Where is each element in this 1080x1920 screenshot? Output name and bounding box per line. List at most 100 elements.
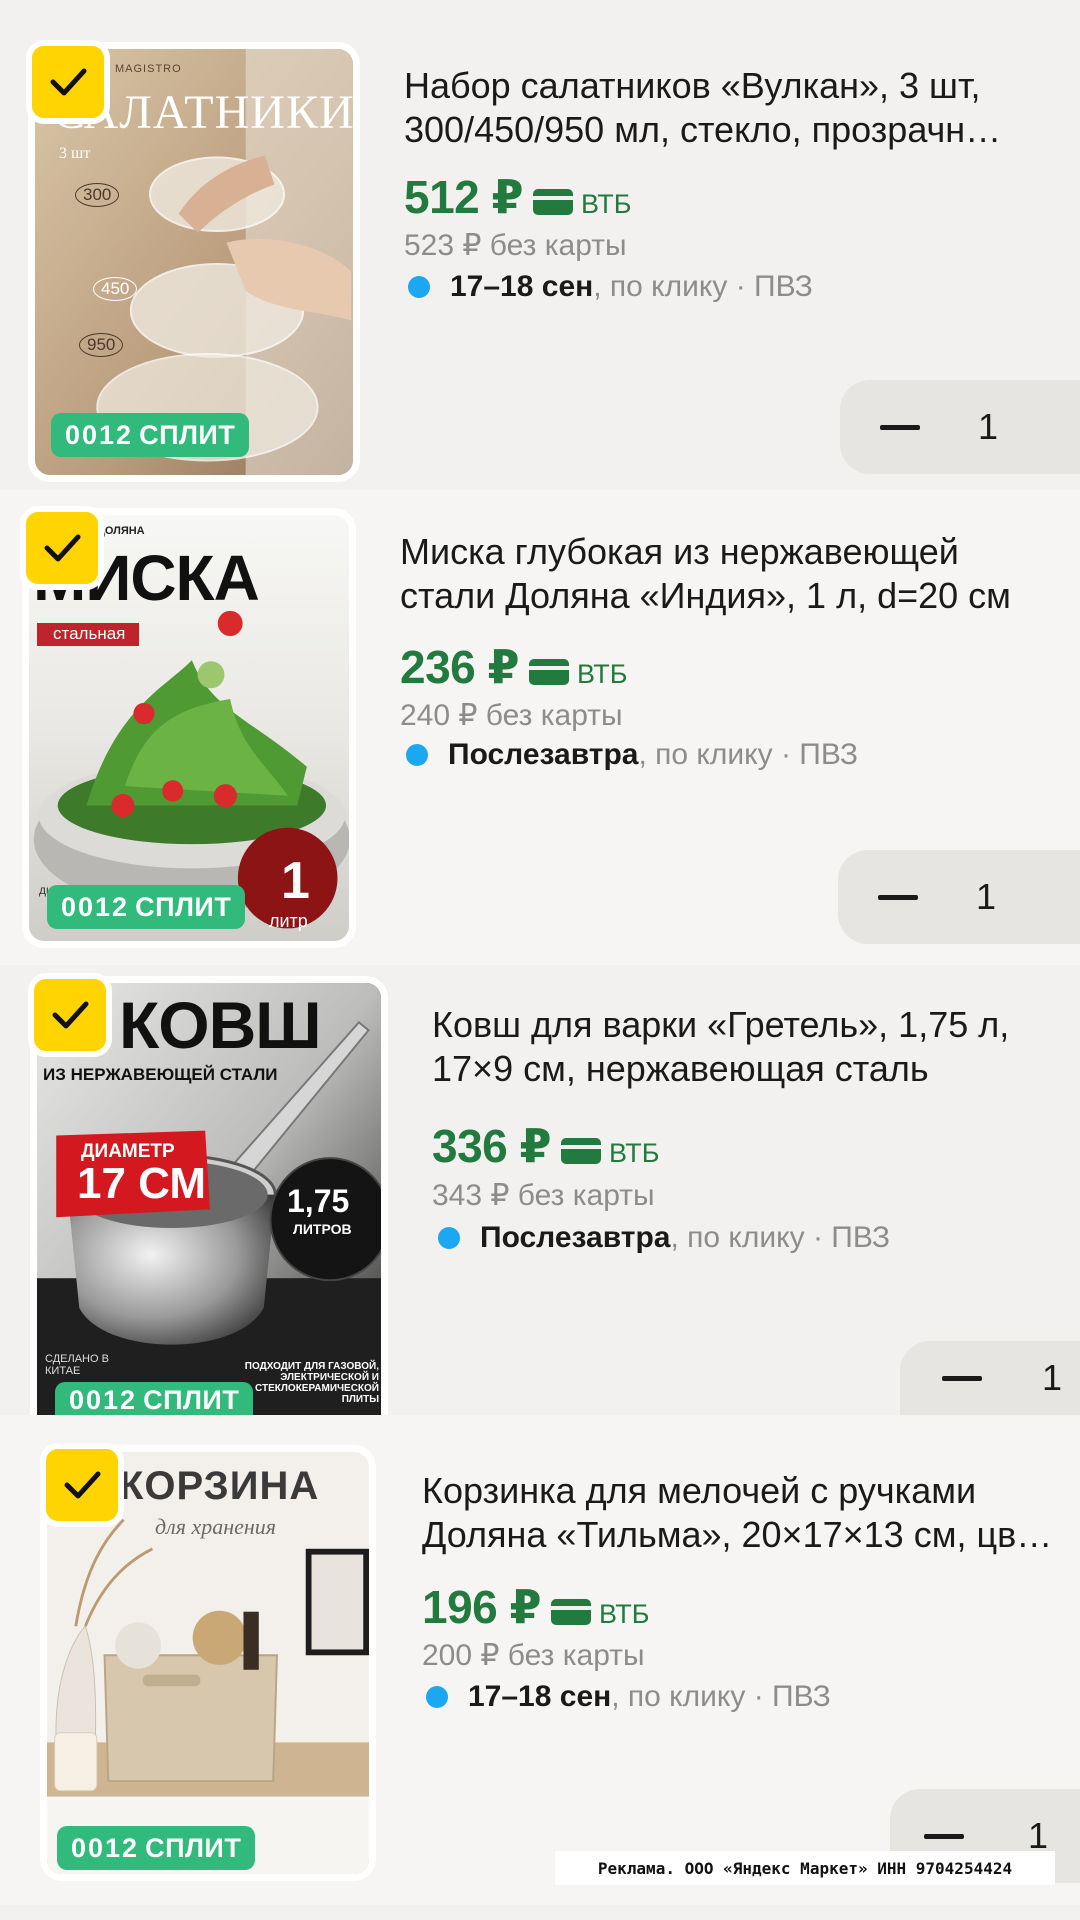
delivery-info: 17–18 сен , по клику · ПВЗ — [408, 270, 813, 304]
product-title[interactable]: Набор салатников «Вулкан», 3 шт, 300/450… — [404, 64, 1064, 152]
bank-card-icon — [561, 1138, 602, 1164]
minus-icon[interactable] — [878, 894, 918, 900]
delivery-method: , по клику · ПВЗ — [638, 738, 858, 771]
price-row: 236 ₽ ВТБ — [400, 640, 627, 694]
price-without-card: 343 ₽ без карты — [432, 1179, 655, 1212]
minus-icon[interactable] — [942, 1375, 982, 1381]
bank-card-icon — [551, 1599, 592, 1625]
title-line: Ковш для варки «Гретель», 1,75 л, — [432, 1004, 1010, 1045]
image-sub: стальная — [37, 623, 140, 646]
product-title[interactable]: Корзинка для мелочей с ручками Доляна «Т… — [422, 1469, 1072, 1557]
delivery-method: , по клику · ПВЗ — [593, 270, 813, 303]
delivery-info: Послезавтра , по клику · ПВЗ — [406, 738, 858, 772]
price-without-card: 240 ₽ без карты — [400, 699, 623, 732]
split-number: 0012 — [69, 1385, 138, 1415]
price-row: 336 ₽ ВТБ — [432, 1119, 659, 1173]
delivery-method: , по клику · ПВЗ — [611, 1680, 831, 1713]
title-line: Набор салатников «Вулкан», 3 шт, — [404, 65, 981, 106]
price: 336 ₽ — [432, 1120, 552, 1172]
title-line: стали Доляна «Индия», 1 л, d=20 см — [400, 575, 1011, 616]
split-label: СПЛИТ — [143, 1385, 240, 1415]
delivery-dot-icon — [406, 744, 428, 766]
volume-value: 1,75 — [287, 1183, 350, 1219]
split-badge: 0012 СПЛИТ — [47, 885, 246, 929]
image-headline: КОРЗИНА — [119, 1464, 320, 1508]
delivery-date: Послезавтра — [480, 1221, 671, 1254]
delivery-date: Послезавтра — [448, 738, 639, 771]
volume-label: ЛИТРОВ — [293, 1221, 352, 1237]
title-line: 17×9 см, нержавеющая сталь — [432, 1048, 929, 1089]
price: 512 ₽ — [404, 171, 524, 223]
image-headline: КОВШ — [119, 988, 322, 1062]
delivery-date: 17–18 сен — [468, 1680, 612, 1713]
quantity-stepper[interactable]: 1 — [840, 380, 1080, 474]
volume-badge-label: литр — [269, 911, 308, 931]
image-sub: для хранения — [155, 1514, 277, 1539]
delivery-dot-icon — [438, 1227, 460, 1249]
price: 196 ₽ — [422, 1581, 542, 1633]
delivery-info: Послезавтра , по клику · ПВЗ — [438, 1221, 890, 1255]
bank-card-icon — [529, 659, 570, 685]
select-checkbox[interactable] — [40, 1443, 124, 1527]
image-sub: ИЗ НЕРЖАВЕЮЩЕЙ СТАЛИ — [43, 1065, 278, 1084]
advertising-disclaimer: Реклама. ООО «Яндекс Маркет» ИНН 9704254… — [555, 1851, 1055, 1885]
image-brand: ДОЛЯНА — [97, 525, 145, 537]
volume-label: 450 — [93, 277, 138, 301]
checkmark-icon — [44, 534, 81, 562]
bank-card-icon — [533, 189, 574, 215]
bank-label: ВТБ — [577, 659, 628, 689]
quantity-value: 1 — [976, 876, 997, 917]
price-without-card: 200 ₽ без карты — [422, 1639, 645, 1672]
cart-item: MAGISTRO САЛАТНИКИ 3 шт 300 450 950 0012… — [0, 30, 1080, 485]
title-line: Миска глубокая из нержавеющей — [400, 531, 959, 572]
compatibility-note: ПОДХОДИТ ДЛЯ ГАЗОВОЙ, ЭЛЕКТРИЧЕСКОЙ И СТ… — [244, 1361, 379, 1405]
split-label: СПЛИТ — [145, 1832, 242, 1863]
quantity-stepper[interactable]: 1 — [838, 850, 1080, 944]
title-line: Корзинка для мелочей с ручками — [422, 1470, 977, 1511]
select-checkbox[interactable] — [26, 40, 110, 124]
image-sub: 3 шт — [59, 145, 91, 162]
bank-label: ВТБ — [581, 189, 632, 219]
bank-label: ВТБ — [609, 1138, 660, 1168]
quantity-value: 1 — [978, 406, 999, 447]
delivery-dot-icon — [426, 1686, 448, 1708]
volume-label: 300 — [75, 183, 120, 207]
split-badge: 0012 СПЛИТ — [55, 1382, 254, 1416]
image-brand: MAGISTRO — [115, 63, 182, 75]
cart-page: MAGISTRO САЛАТНИКИ 3 шт 300 450 950 0012… — [0, 0, 1080, 1920]
delivery-method: , по клику · ПВЗ — [670, 1221, 890, 1254]
diameter-value: 17 СМ — [77, 1159, 207, 1208]
cart-item: КОРЗИНА для хранения 0012 СПЛИТ Корзинка… — [0, 1415, 1080, 1905]
split-number: 0012 — [71, 1832, 140, 1863]
volume-badge-number: 1 — [281, 852, 310, 910]
bank-label: ВТБ — [599, 1599, 650, 1629]
select-checkbox[interactable] — [28, 973, 112, 1057]
split-badge: 0012 СПЛИТ — [57, 1826, 256, 1870]
price-row: 512 ₽ ВТБ — [404, 170, 631, 224]
title-line: 300/450/950 мл, стекло, прозрачн… — [404, 109, 1002, 150]
split-label: СПЛИТ — [135, 891, 232, 922]
price-row: 196 ₽ ВТБ — [422, 1580, 649, 1634]
quantity-value: 1 — [1042, 1357, 1063, 1398]
select-checkbox[interactable] — [20, 506, 104, 590]
volume-label: 950 — [79, 333, 124, 357]
title-line: Доляна «Тильма», 20×17×13 см, цв… — [422, 1514, 1053, 1555]
cart-item: КОВШ ИЗ НЕРЖАВЕЮЩЕЙ СТАЛИ ДИАМЕТР 17 СМ … — [0, 973, 1080, 1416]
checkmark-icon — [52, 1001, 89, 1029]
split-number: 0012 — [65, 419, 134, 450]
delivery-dot-icon — [408, 276, 430, 298]
checkmark-icon — [64, 1471, 101, 1499]
product-title[interactable]: Миска глубокая из нержавеющей стали Доля… — [400, 530, 1060, 618]
made-in-label: СДЕЛАНО В КИТАЕ — [45, 1353, 109, 1377]
cart-item: ДОЛЯНА МИСКА стальная диаметр 20 см 1 ли… — [0, 490, 1080, 965]
checkmark-icon — [50, 68, 87, 96]
minus-icon[interactable] — [880, 424, 920, 430]
minus-icon[interactable] — [924, 1833, 964, 1839]
split-label: СПЛИТ — [139, 419, 236, 450]
delivery-date: 17–18 сен — [450, 270, 594, 303]
product-title[interactable]: Ковш для варки «Гретель», 1,75 л, 17×9 с… — [432, 1003, 1080, 1091]
price-without-card: 523 ₽ без карты — [404, 229, 627, 262]
split-badge: 0012 СПЛИТ — [51, 413, 250, 457]
quantity-stepper[interactable]: 1 — [900, 1341, 1080, 1415]
split-number: 0012 — [61, 891, 130, 922]
